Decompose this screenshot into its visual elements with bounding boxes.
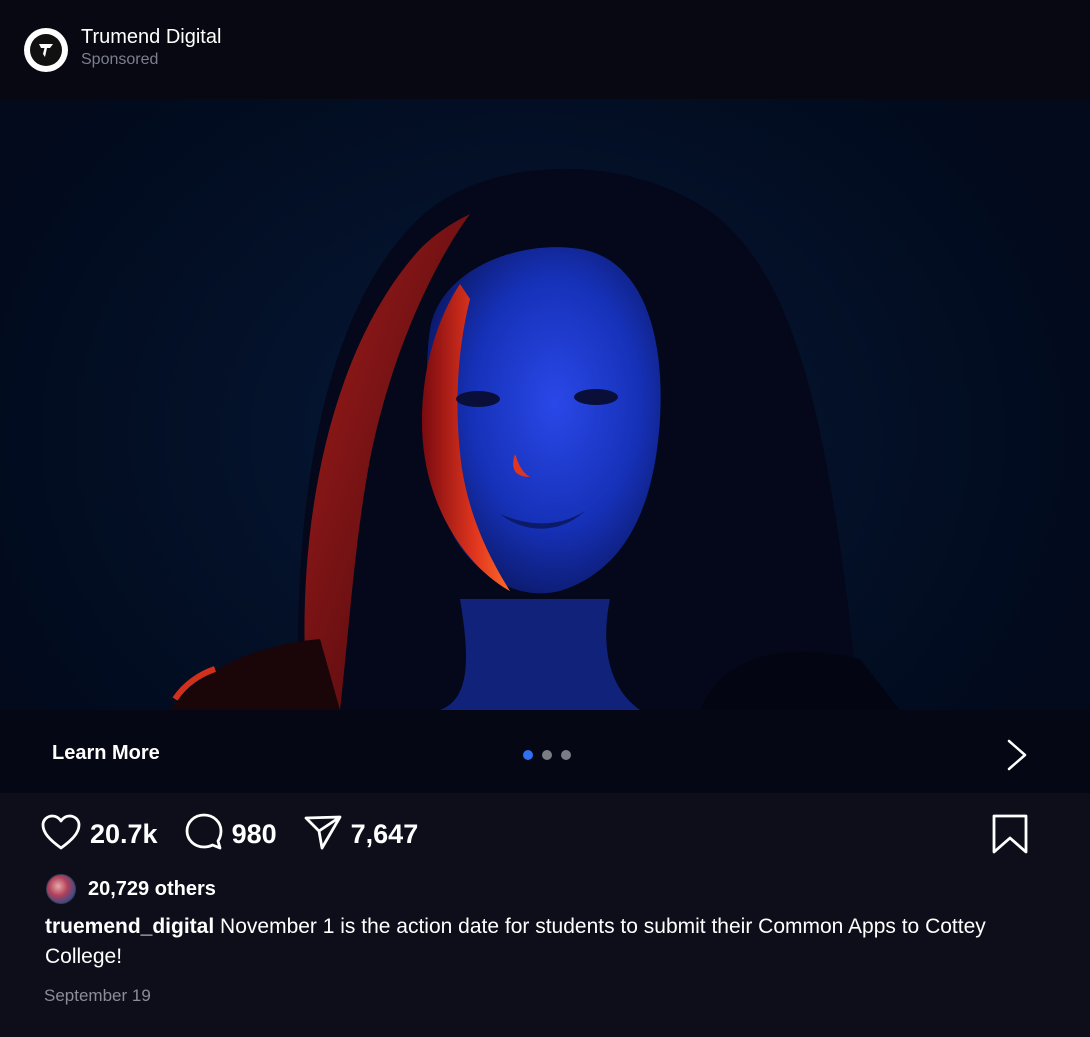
- sponsored-label: Sponsored: [81, 51, 159, 68]
- post-image[interactable]: [0, 99, 1090, 710]
- comment-count: 980: [231, 818, 277, 849]
- like-action[interactable]: 20.7k: [40, 813, 158, 856]
- likes-summary[interactable]: 20,729 others: [46, 874, 216, 904]
- carousel-dot-active[interactable]: [523, 750, 533, 760]
- account-name[interactable]: Trumend Digital: [81, 25, 221, 49]
- learn-more-button[interactable]: Learn More: [52, 742, 160, 765]
- cta-bar: Learn More: [0, 710, 1090, 793]
- send-icon[interactable]: [303, 813, 343, 856]
- share-count: 7,647: [350, 818, 419, 849]
- share-action[interactable]: 7,647: [303, 813, 419, 856]
- carousel-dot[interactable]: [542, 750, 552, 760]
- likes-text: 20,729 others: [88, 877, 216, 900]
- carousel-dot[interactable]: [561, 750, 571, 760]
- trumend-logo-icon: [30, 33, 62, 66]
- heart-icon[interactable]: [40, 813, 82, 856]
- chevron-right-icon[interactable]: [1004, 738, 1030, 777]
- liker-avatar: [46, 874, 76, 904]
- post-header: Trumend Digital Sponsored: [0, 0, 1090, 99]
- sponsored-post: Trumend Digital Sponsored Learn More 20.…: [0, 0, 1090, 1037]
- post-caption: truemend_digital November 1 is the actio…: [45, 912, 1035, 972]
- bookmark-icon[interactable]: [991, 813, 1029, 860]
- caption-username[interactable]: truemend_digital: [45, 915, 214, 938]
- post-date: September 19: [44, 986, 151, 1005]
- comment-icon[interactable]: [184, 812, 224, 857]
- like-count: 20.7k: [90, 818, 158, 849]
- post-actions: 20.7k 980 7,647: [40, 813, 444, 855]
- comment-action[interactable]: 980: [184, 812, 277, 857]
- carousel-indicator: [523, 750, 571, 760]
- account-avatar[interactable]: [24, 27, 68, 72]
